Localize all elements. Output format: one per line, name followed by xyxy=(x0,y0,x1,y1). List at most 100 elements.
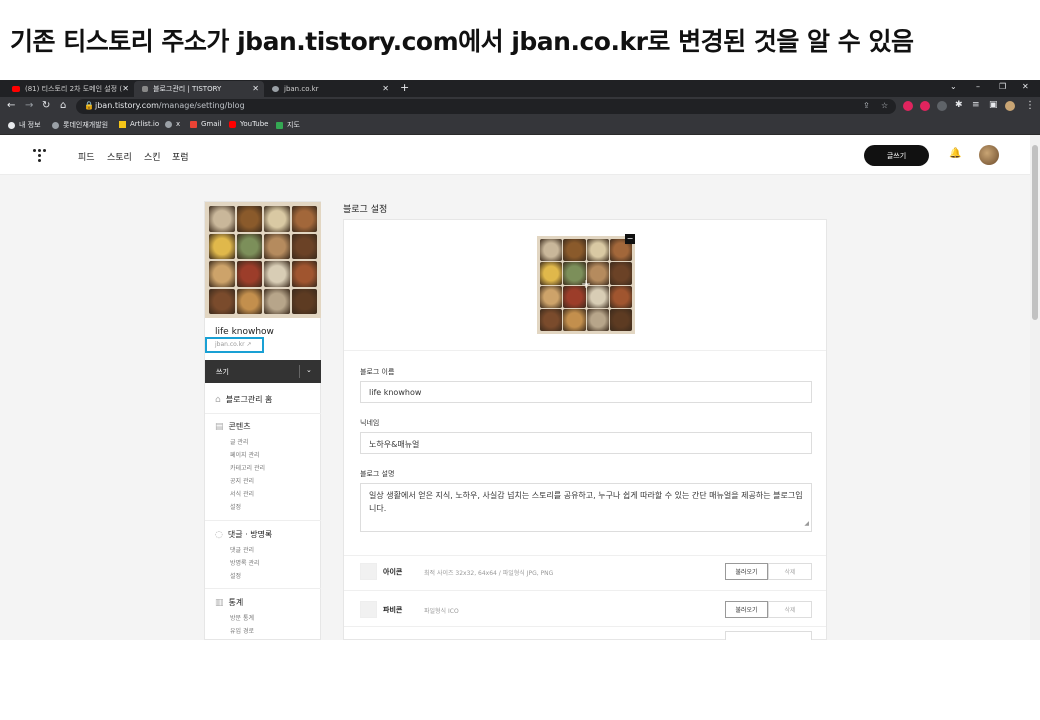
share-icon[interactable]: ⇪ xyxy=(863,101,870,110)
sidebar-subitem[interactable]: 댓글 관리 xyxy=(230,545,254,554)
menu-icon[interactable]: ⋮ xyxy=(1025,100,1035,111)
avatar[interactable] xyxy=(979,145,999,165)
address-bar[interactable]: 🔒 jban.tistory.com/manage/setting/blog ⇪… xyxy=(76,99,896,114)
scrollbar-thumb[interactable] xyxy=(1032,145,1038,320)
chevron-down-icon[interactable]: ⌄ xyxy=(306,366,312,374)
extension-icon[interactable] xyxy=(920,101,930,111)
tistory-logo-icon[interactable] xyxy=(33,149,47,163)
write-dropdown[interactable]: 쓰기 ⌄ xyxy=(205,360,321,383)
sidebar-item-stats[interactable]: ▥ 통계 xyxy=(215,597,243,608)
sidebar-subitem[interactable]: 설정 xyxy=(230,502,241,511)
sidebar-item-home[interactable]: ⌂ 블로그관리 홈 xyxy=(215,394,272,405)
globe-icon xyxy=(8,121,15,129)
blog-name-input[interactable]: life knowhow xyxy=(360,381,812,403)
bookmark-item[interactable]: 내 정보 xyxy=(8,120,41,130)
close-icon[interactable]: ✕ xyxy=(122,84,129,93)
bar-chart-icon: ▥ xyxy=(215,597,224,608)
extension-icon[interactable] xyxy=(937,101,947,111)
back-icon[interactable]: ← xyxy=(7,100,15,111)
bookmark-item[interactable]: x xyxy=(165,120,180,128)
bookmark-item[interactable]: 지도 xyxy=(276,120,300,130)
reload-icon[interactable]: ↻ xyxy=(42,100,50,111)
icon-preview xyxy=(360,563,377,580)
food-photo-tile xyxy=(236,233,262,259)
bookmark-item[interactable]: Artlist.io xyxy=(119,120,159,128)
blog-image-uploader[interactable]: + − xyxy=(537,234,635,334)
divider xyxy=(205,413,321,414)
icon-load-button[interactable]: 불러오기 xyxy=(725,563,768,580)
globe-icon xyxy=(272,86,279,92)
food-photo-tile xyxy=(291,288,317,314)
food-photo-tile xyxy=(264,206,290,232)
food-photo-tile xyxy=(236,206,262,232)
favicon-description: 파일형식 ICO xyxy=(424,608,459,615)
sidebar-subitem[interactable]: 공지 관리 xyxy=(230,476,254,485)
nav-story[interactable]: 스토리 xyxy=(107,150,132,163)
minimize-icon[interactable]: – xyxy=(976,82,980,91)
page-title: 블로그 설정 xyxy=(343,205,388,215)
food-photo-tile xyxy=(209,206,235,232)
sidebar-subitem[interactable]: 유입 경로 xyxy=(230,626,254,635)
divider xyxy=(205,520,321,521)
write-post-button[interactable]: 글쓰기 xyxy=(864,145,929,166)
divider xyxy=(344,590,826,591)
blog-description-textarea[interactable]: 일상 생활에서 얻은 지식, 노하우, 사실감 넘치는 스토리를 공유하고, 누… xyxy=(360,483,812,532)
close-icon[interactable]: ✕ xyxy=(252,84,259,93)
home-icon[interactable]: ⌂ xyxy=(60,100,66,111)
extension-icon[interactable] xyxy=(903,101,913,111)
sidepanel-icon[interactable]: ▣ xyxy=(989,100,998,110)
icon-delete-button[interactable]: 삭제 xyxy=(768,563,812,580)
puzzle-icon[interactable]: ✱ xyxy=(955,100,963,110)
nav-forum[interactable]: 포럼 xyxy=(172,150,189,163)
food-photo-tile xyxy=(586,239,609,262)
food-photo-tile xyxy=(236,288,262,314)
new-tab-button[interactable]: + xyxy=(400,81,409,94)
nav-skin[interactable]: 스킨 xyxy=(144,150,161,163)
tab-label: 블로그관리 | TISTORY xyxy=(153,85,222,93)
sidebar-item-comments[interactable]: ◌ 댓글 · 방명록 xyxy=(215,529,272,540)
star-icon[interactable]: ☆ xyxy=(881,101,888,110)
sidebar-subitem[interactable]: 서식 관리 xyxy=(230,489,254,498)
food-photo-tile xyxy=(540,239,563,262)
maximize-icon[interactable]: ❐ xyxy=(999,82,1006,91)
sidebar-item-content[interactable]: ▤ 콘텐츠 xyxy=(215,421,251,432)
resize-handle-icon[interactable]: ◢ xyxy=(804,517,809,530)
document-icon: ▤ xyxy=(215,421,224,432)
bell-icon[interactable]: 🔔 xyxy=(949,148,961,159)
nav-feed[interactable]: 피드 xyxy=(78,150,95,163)
bookmark-item[interactable]: YouTube xyxy=(229,120,268,128)
comment-icon: ◌ xyxy=(215,529,223,540)
forward-icon[interactable]: → xyxy=(25,100,33,111)
window-close-icon[interactable]: ✕ xyxy=(1022,82,1029,91)
sidebar-subitem[interactable]: 페이지 관리 xyxy=(230,450,260,459)
food-photo-tile xyxy=(540,308,563,331)
blog-name[interactable]: life knowhow xyxy=(215,327,274,337)
bookmark-item[interactable]: 롯데인재개발원 xyxy=(52,120,108,130)
food-photo-tile xyxy=(609,285,632,308)
tab-jban[interactable]: jban.co.kr ✕ xyxy=(264,81,394,97)
partial-button[interactable] xyxy=(725,631,812,640)
page-scrollbar[interactable] xyxy=(1030,135,1040,640)
sidebar-subitem[interactable]: 글 관리 xyxy=(230,437,248,446)
food-photo-tile xyxy=(291,261,317,287)
nickname-input[interactable]: 노하우&매뉴얼 xyxy=(360,432,812,454)
food-photo-tile xyxy=(236,261,262,287)
sidebar-subitem[interactable]: 방문 통계 xyxy=(230,613,254,622)
favicon-delete-button[interactable]: 삭제 xyxy=(768,601,812,618)
sidebar-subitem[interactable]: 방명록 관리 xyxy=(230,558,260,567)
sidebar-subitem[interactable]: 설정 xyxy=(230,571,241,580)
plus-icon[interactable]: + xyxy=(581,277,591,291)
reading-list-icon[interactable]: ≡ xyxy=(972,100,980,110)
profile-icon[interactable] xyxy=(1005,101,1015,111)
home-icon: ⌂ xyxy=(215,394,221,405)
minus-icon[interactable]: − xyxy=(625,234,635,244)
bookmark-item[interactable]: Gmail xyxy=(190,120,221,128)
food-photo-tile xyxy=(209,288,235,314)
settings-panel: + − 블로그 이름 life knowhow 닉네임 노하우&매뉴얼 블로그 … xyxy=(343,219,827,640)
favicon-load-button[interactable]: 불러오기 xyxy=(725,601,768,618)
tab-tistory[interactable]: 블로그관리 | TISTORY ✕ xyxy=(134,81,264,97)
close-icon[interactable]: ✕ xyxy=(382,84,389,93)
tab-search-icon[interactable]: ⌄ xyxy=(950,82,957,91)
sidebar-subitem[interactable]: 카테고리 관리 xyxy=(230,463,265,472)
tab-youtube[interactable]: (81) 티스토리 2차 도메인 설정 ( ✕ xyxy=(4,81,134,97)
